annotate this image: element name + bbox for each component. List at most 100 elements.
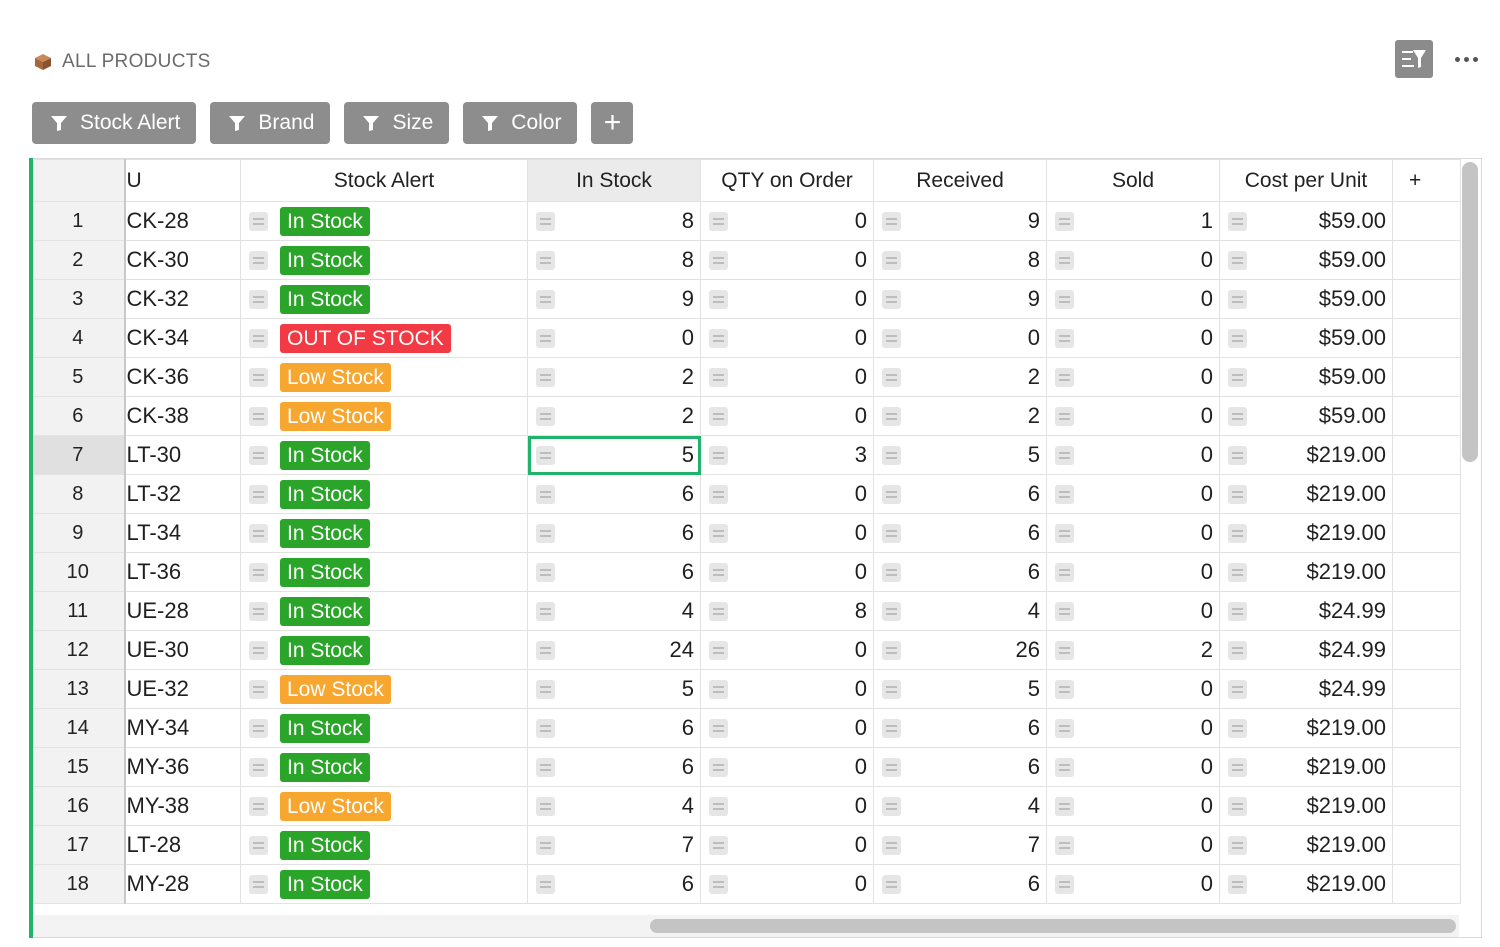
in-stock-cell[interactable]: 24 bbox=[527, 630, 701, 670]
sku-cell[interactable]: LT-30 bbox=[123, 435, 241, 475]
filter-chip-0[interactable]: Stock Alert bbox=[32, 102, 197, 144]
expand-record-icon[interactable] bbox=[1228, 523, 1247, 543]
row-number[interactable]: 15 bbox=[31, 747, 125, 787]
expand-record-icon[interactable] bbox=[1228, 640, 1247, 660]
cost-per-unit-cell[interactable]: $24.99 bbox=[1219, 669, 1393, 709]
qty-on-order-cell[interactable]: 3 bbox=[700, 435, 874, 475]
row-number[interactable]: 12 bbox=[31, 630, 125, 670]
cost-per-unit-cell[interactable]: $219.00 bbox=[1219, 825, 1393, 865]
received-cell[interactable]: 6 bbox=[873, 474, 1047, 514]
qty-on-order-cell[interactable]: 0 bbox=[700, 318, 874, 358]
expand-record-icon[interactable] bbox=[1228, 484, 1247, 504]
sku-cell[interactable]: UE-30 bbox=[123, 630, 241, 670]
expand-record-icon[interactable] bbox=[1228, 211, 1247, 231]
in-stock-cell[interactable]: 6 bbox=[527, 552, 701, 592]
expand-record-icon[interactable] bbox=[1055, 679, 1074, 699]
received-cell[interactable]: 26 bbox=[873, 630, 1047, 670]
row-number[interactable]: 4 bbox=[31, 318, 125, 358]
expand-record-icon[interactable] bbox=[709, 211, 728, 231]
expand-record-icon[interactable] bbox=[536, 718, 555, 738]
expand-record-icon[interactable] bbox=[249, 250, 268, 270]
received-cell[interactable]: 6 bbox=[873, 747, 1047, 787]
table-row[interactable]: 2 CK-30 In Stock 8 0 8 0 $59.00 bbox=[31, 240, 1461, 280]
expand-record-icon[interactable] bbox=[882, 640, 901, 660]
expand-record-icon[interactable] bbox=[1055, 640, 1074, 660]
sku-cell[interactable]: LT-36 bbox=[123, 552, 241, 592]
sold-cell[interactable]: 0 bbox=[1046, 708, 1220, 748]
in-stock-cell[interactable]: 8 bbox=[527, 240, 701, 280]
cost-per-unit-cell[interactable]: $59.00 bbox=[1219, 201, 1393, 241]
table-row[interactable]: 8 LT-32 In Stock 6 0 6 0 $219.00 bbox=[31, 474, 1461, 514]
sku-cell[interactable]: CK-36 bbox=[123, 357, 241, 397]
row-number[interactable]: 6 bbox=[31, 396, 125, 436]
expand-record-icon[interactable] bbox=[709, 562, 728, 582]
sku-cell[interactable]: LT-32 bbox=[123, 474, 241, 514]
cost-per-unit-cell[interactable]: $59.00 bbox=[1219, 318, 1393, 358]
expand-record-icon[interactable] bbox=[536, 484, 555, 504]
expand-record-icon[interactable] bbox=[882, 835, 901, 855]
expand-record-icon[interactable] bbox=[709, 289, 728, 309]
expand-record-icon[interactable] bbox=[709, 601, 728, 621]
in-stock-cell[interactable]: 2 bbox=[527, 396, 701, 436]
expand-record-icon[interactable] bbox=[249, 523, 268, 543]
cost-per-unit-cell[interactable]: $219.00 bbox=[1219, 786, 1393, 826]
expand-record-icon[interactable] bbox=[882, 523, 901, 543]
stock-alert-cell[interactable]: In Stock bbox=[240, 591, 528, 631]
expand-record-icon[interactable] bbox=[882, 718, 901, 738]
expand-record-icon[interactable] bbox=[709, 484, 728, 504]
qty-on-order-cell[interactable]: 0 bbox=[700, 630, 874, 670]
row-number[interactable]: 17 bbox=[31, 825, 125, 865]
sold-cell[interactable]: 0 bbox=[1046, 435, 1220, 475]
qty-on-order-cell[interactable]: 0 bbox=[700, 669, 874, 709]
table-row[interactable]: 15 MY-36 In Stock 6 0 6 0 $219.00 bbox=[31, 747, 1461, 787]
expand-record-icon[interactable] bbox=[536, 757, 555, 777]
stock-alert-cell[interactable]: Low Stock bbox=[240, 786, 528, 826]
cost-per-unit-cell[interactable]: $219.00 bbox=[1219, 435, 1393, 475]
table-row[interactable]: 14 MY-34 In Stock 6 0 6 0 $219.00 bbox=[31, 708, 1461, 748]
qty-on-order-cell[interactable]: 0 bbox=[700, 786, 874, 826]
expand-record-icon[interactable] bbox=[1055, 328, 1074, 348]
qty-on-order-cell[interactable]: 0 bbox=[700, 396, 874, 436]
sku-cell[interactable]: CK-30 bbox=[123, 240, 241, 280]
table-row[interactable]: 1 CK-28 In Stock 8 0 9 1 $59.00 bbox=[31, 201, 1461, 241]
sold-cell[interactable]: 0 bbox=[1046, 591, 1220, 631]
in-stock-cell[interactable]: 6 bbox=[527, 864, 701, 904]
table-row[interactable]: 4 CK-34 OUT OF STOCK 0 0 0 0 $59.00 bbox=[31, 318, 1461, 358]
expand-record-icon[interactable] bbox=[1055, 406, 1074, 426]
filter-chip-2[interactable]: Size bbox=[344, 102, 450, 144]
expand-record-icon[interactable] bbox=[249, 562, 268, 582]
sold-cell[interactable]: 0 bbox=[1046, 552, 1220, 592]
more-horizontal-icon[interactable] bbox=[1455, 56, 1478, 62]
stock-alert-cell[interactable]: In Stock bbox=[240, 825, 528, 865]
expand-record-icon[interactable] bbox=[882, 484, 901, 504]
add-column-button[interactable]: + bbox=[1392, 159, 1461, 202]
sku-cell[interactable]: CK-28 bbox=[123, 201, 241, 241]
expand-record-icon[interactable] bbox=[536, 640, 555, 660]
stock-alert-cell[interactable]: Low Stock bbox=[240, 396, 528, 436]
table-row[interactable]: 13 UE-32 Low Stock 5 0 5 0 $24.99 bbox=[31, 669, 1461, 709]
expand-record-icon[interactable] bbox=[1228, 757, 1247, 777]
expand-record-icon[interactable] bbox=[882, 679, 901, 699]
in-stock-cell[interactable]: 6 bbox=[527, 747, 701, 787]
horizontal-scrollbar[interactable] bbox=[650, 919, 1456, 933]
qty-on-order-cell[interactable]: 0 bbox=[700, 201, 874, 241]
expand-record-icon[interactable] bbox=[536, 367, 555, 387]
expand-record-icon[interactable] bbox=[1055, 250, 1074, 270]
expand-record-icon[interactable] bbox=[882, 289, 901, 309]
row-number[interactable]: 1 bbox=[31, 201, 125, 241]
expand-record-icon[interactable] bbox=[536, 523, 555, 543]
expand-record-icon[interactable] bbox=[1055, 484, 1074, 504]
expand-record-icon[interactable] bbox=[882, 211, 901, 231]
row-number[interactable]: 3 bbox=[31, 279, 125, 319]
expand-record-icon[interactable] bbox=[709, 250, 728, 270]
expand-record-icon[interactable] bbox=[882, 328, 901, 348]
received-cell[interactable]: 6 bbox=[873, 708, 1047, 748]
in-stock-cell[interactable]: 9 bbox=[527, 279, 701, 319]
expand-record-icon[interactable] bbox=[1055, 835, 1074, 855]
sold-cell[interactable]: 0 bbox=[1046, 786, 1220, 826]
expand-record-icon[interactable] bbox=[882, 757, 901, 777]
stock-alert-cell[interactable]: In Stock bbox=[240, 552, 528, 592]
qty-on-order-cell[interactable]: 0 bbox=[700, 708, 874, 748]
received-cell[interactable]: 5 bbox=[873, 669, 1047, 709]
expand-record-icon[interactable] bbox=[249, 796, 268, 816]
